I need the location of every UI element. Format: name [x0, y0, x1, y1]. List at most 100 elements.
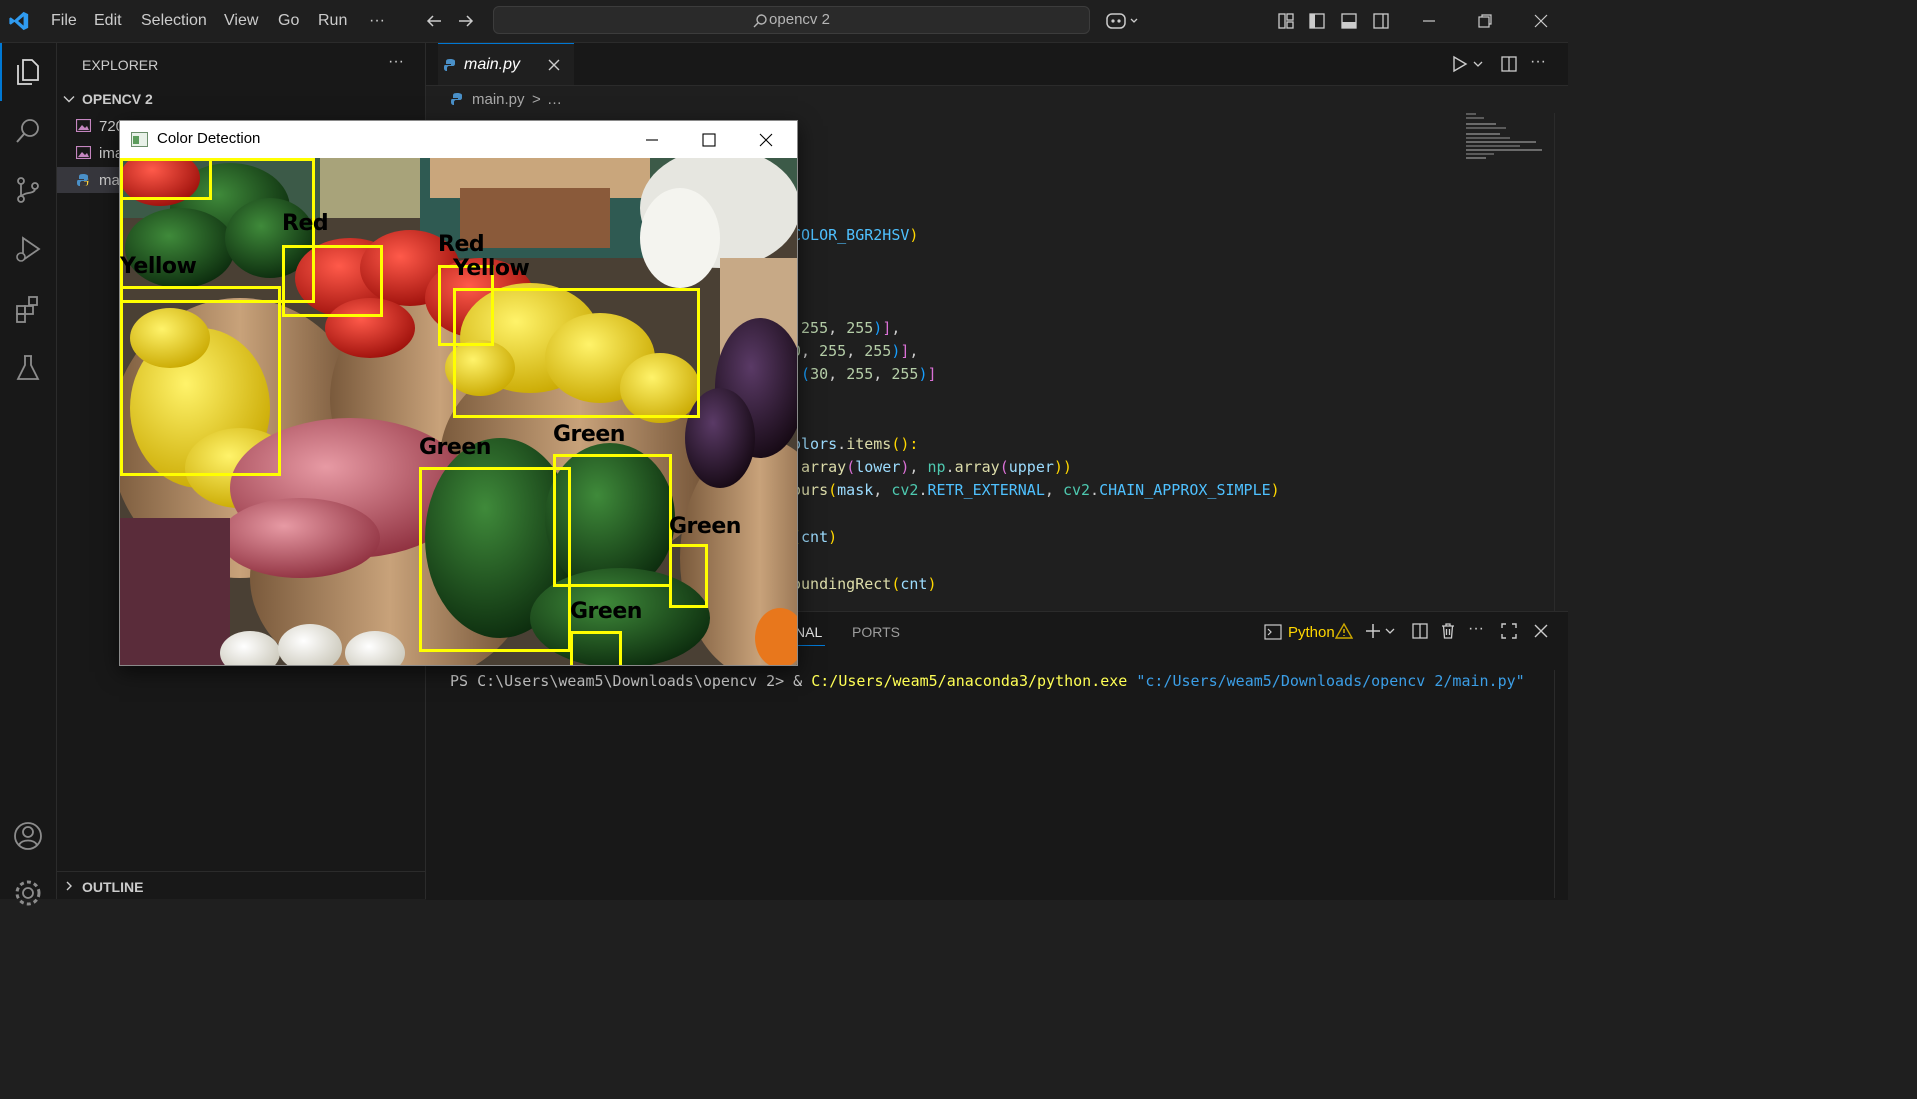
code-token: ( — [999, 458, 1009, 476]
search-text: opencv 2 — [769, 11, 830, 28]
color-detection-window[interactable]: Color Detection Red Yellow Red Yellow Gr… — [119, 120, 798, 666]
detection-box-yellow-3 — [453, 288, 700, 418]
customize-layout-icon[interactable] — [1277, 12, 1295, 30]
menu-go[interactable]: Go — [278, 0, 299, 42]
explorer-icon[interactable] — [12, 56, 44, 88]
outline-label: OUTLINE — [82, 879, 144, 895]
detection-box-green-3 — [669, 544, 708, 608]
trash-icon[interactable] — [1439, 622, 1457, 640]
code-token: RETR_EXTERNAL — [927, 481, 1045, 499]
back-arrow-icon[interactable] — [425, 12, 443, 30]
editor-tab-bar: main.py ··· — [426, 43, 1568, 86]
split-terminal-icon[interactable] — [1411, 622, 1429, 640]
warning-icon — [1335, 622, 1353, 639]
new-terminal-icon[interactable] — [1364, 622, 1396, 640]
run-python-file-icon[interactable] — [1450, 55, 1484, 73]
toggle-primary-sidebar-icon[interactable] — [1308, 12, 1326, 30]
menu-view[interactable]: View — [224, 0, 258, 42]
editor-more-actions[interactable]: ··· — [1530, 53, 1546, 71]
detection-label: Red — [438, 232, 485, 257]
code-line[interactable]: 0, 255, 255)], — [792, 342, 918, 360]
tab-terminal[interactable]: NAL — [795, 624, 822, 640]
editor-scrollbar[interactable] — [1554, 113, 1569, 611]
search-view-icon[interactable] — [12, 115, 44, 147]
code-line[interactable]: .array(lower), np.array(upper)) — [792, 458, 1072, 476]
code-line[interactable]: (30, 255, 255)] — [792, 365, 937, 383]
toggle-panel-icon[interactable] — [1340, 12, 1358, 30]
code-token: array — [954, 458, 1000, 476]
menu-edit[interactable]: Edit — [94, 0, 122, 42]
cv-window-titlebar[interactable]: Color Detection — [120, 121, 797, 158]
manage-gear-icon[interactable] — [12, 877, 44, 909]
code-token: cv2 — [891, 481, 919, 499]
folder-row[interactable]: OPENCV 2 — [57, 87, 425, 111]
file-label: ma — [99, 172, 120, 189]
testing-icon[interactable] — [12, 352, 44, 384]
run-debug-icon[interactable] — [12, 233, 44, 265]
terminal-scrollbar[interactable] — [1554, 670, 1569, 898]
close-panel-icon[interactable] — [1532, 622, 1550, 640]
code-token: )) — [1053, 458, 1072, 476]
terminal-shell-label[interactable]: Python — [1288, 624, 1335, 641]
detection-label: Red — [282, 211, 329, 236]
maximize-panel-icon[interactable] — [1500, 622, 1518, 640]
vscode-logo-icon[interactable] — [8, 10, 30, 32]
copilot-icon[interactable] — [1105, 10, 1141, 32]
code-token: , — [828, 319, 847, 337]
code-line[interactable]: ours(mask, cv2.RETR_EXTERNAL, cv2.CHAIN_… — [792, 481, 1280, 499]
cv-close-icon[interactable] — [758, 132, 774, 148]
code-token: ] — [927, 365, 937, 383]
restore-icon[interactable] — [1476, 12, 1494, 30]
menu-selection[interactable]: Selection — [141, 0, 207, 42]
menu-more[interactable]: ··· — [369, 0, 385, 42]
source-control-icon[interactable] — [12, 174, 44, 206]
breadcrumb-file[interactable]: main.py — [472, 91, 525, 108]
detection-box-yellow-2 — [120, 286, 281, 476]
code-editor[interactable]: ) COLOR_BGR2HSV) 255, 255)], 0, 255, 255)]… — [792, 203, 1552, 613]
minimize-icon[interactable] — [1420, 12, 1438, 30]
folder-name: OPENCV 2 — [82, 91, 153, 107]
extensions-icon[interactable] — [12, 293, 44, 325]
code-token: (): — [891, 435, 919, 453]
cv-minimize-icon[interactable] — [644, 132, 660, 148]
code-token: items — [846, 435, 892, 453]
terminal-icon — [1264, 624, 1282, 640]
toggle-secondary-sidebar-icon[interactable] — [1372, 12, 1390, 30]
window-app-icon — [131, 132, 148, 147]
code-token: array — [801, 458, 847, 476]
code-token: ) — [828, 528, 838, 546]
code-token: COLOR_BGR2HSV — [792, 226, 910, 244]
python-file-icon — [77, 174, 89, 186]
code-line[interactable]: oundingRect(cnt) — [792, 575, 937, 593]
code-token: cnt — [900, 575, 928, 593]
explorer-more-button[interactable]: ··· — [388, 53, 404, 71]
close-window-icon[interactable] — [1532, 12, 1550, 30]
command-center-search[interactable]: opencv 2 — [493, 6, 1090, 34]
panel-more-actions[interactable]: ··· — [1468, 620, 1484, 638]
terminal-exe: C:/Users/weam5/anaconda3/python.exe — [811, 672, 1137, 690]
code-token: 255 — [846, 365, 874, 383]
code-token: , — [891, 319, 901, 337]
split-editor-icon[interactable] — [1500, 55, 1518, 73]
code-line[interactable]: COLOR_BGR2HSV) — [792, 226, 918, 244]
close-tab-icon[interactable] — [547, 58, 561, 72]
tab-main-py[interactable]: main.py — [438, 43, 574, 85]
breadcrumb: main.py > … — [426, 87, 1568, 113]
code-token: , — [873, 365, 892, 383]
cv-maximize-icon[interactable] — [701, 132, 717, 148]
menu-file[interactable]: File — [51, 0, 77, 42]
forward-arrow-icon[interactable] — [457, 12, 475, 30]
outline-section[interactable]: OUTLINE — [57, 871, 425, 900]
menu-run[interactable]: Run — [318, 0, 347, 42]
terminal-script: "c:/Users/weam5/Downloads/opencv 2/main.… — [1136, 672, 1525, 690]
code-line[interactable]: 255, 255)], — [792, 319, 900, 337]
detection-label: Green — [669, 514, 741, 539]
terminal-output-line[interactable]: PS C:\Users\weam5\Downloads\opencv 2> & … — [450, 672, 1525, 690]
code-line[interactable]: olors.items(): — [792, 435, 918, 453]
breadcrumb-symbol[interactable]: … — [547, 91, 562, 108]
tab-ports[interactable]: PORTS — [852, 624, 900, 640]
minimap[interactable] — [1460, 113, 1554, 193]
image-file-icon — [76, 119, 91, 132]
code-line[interactable]: (cnt) — [792, 528, 837, 546]
accounts-icon[interactable] — [12, 820, 44, 852]
